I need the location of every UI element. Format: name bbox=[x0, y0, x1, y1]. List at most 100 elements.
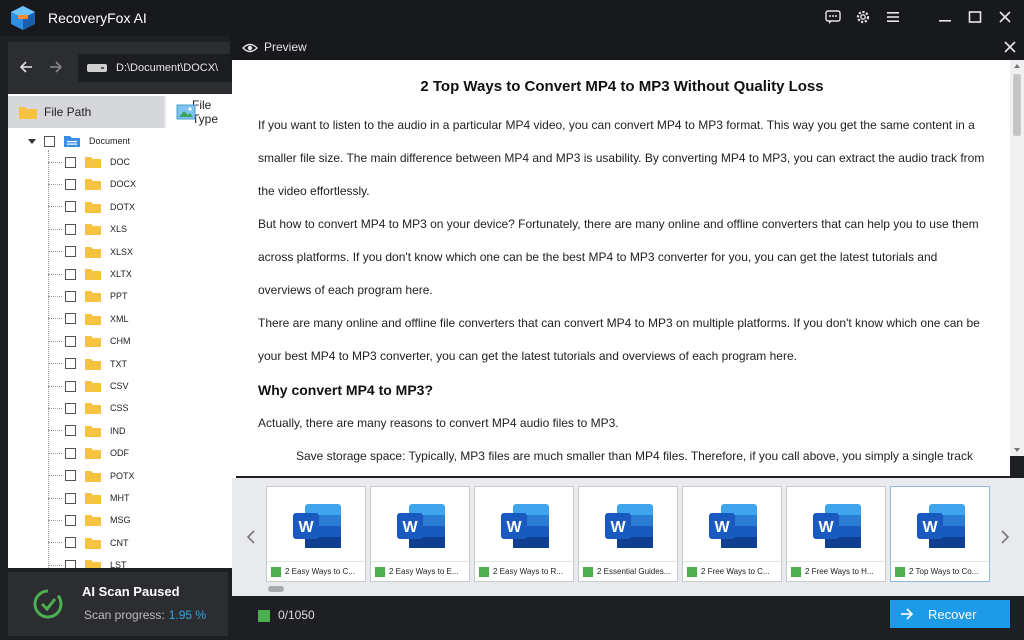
checkbox-checked[interactable] bbox=[791, 566, 801, 577]
tree-item-label: XLSX bbox=[110, 246, 134, 257]
scan-progress-value: 1.95 % bbox=[168, 608, 207, 622]
folder-tree: Document DOC DOCX DOTX XLS XLSX XLTX PPT XML CHM… bbox=[8, 128, 236, 568]
drive-icon bbox=[87, 64, 107, 72]
checkbox[interactable] bbox=[65, 492, 76, 504]
caret-down-icon[interactable] bbox=[28, 138, 36, 144]
tree-item[interactable]: POTX bbox=[48, 466, 135, 486]
checkbox[interactable] bbox=[65, 246, 76, 258]
paragraph-5: Save storage space: Typically, MP3 files… bbox=[296, 449, 973, 463]
checkbox[interactable] bbox=[65, 514, 76, 526]
checkbox[interactable] bbox=[65, 358, 76, 370]
file-thumbnail[interactable]: W 2 Easy Ways to R... bbox=[474, 486, 574, 582]
folder-icon bbox=[85, 448, 101, 460]
checkbox[interactable] bbox=[65, 537, 76, 549]
chevron-right-icon[interactable] bbox=[1000, 530, 1010, 549]
checkbox[interactable] bbox=[65, 425, 76, 437]
checkbox-checked[interactable] bbox=[479, 566, 489, 577]
tree-item[interactable]: MHT bbox=[48, 488, 130, 508]
checkbox[interactable] bbox=[65, 335, 76, 347]
checkbox[interactable] bbox=[65, 223, 76, 235]
checkbox[interactable] bbox=[65, 402, 76, 414]
tree-item[interactable]: PPT bbox=[48, 286, 128, 306]
file-thumbnail[interactable]: W 2 Free Ways to C... bbox=[682, 486, 782, 582]
word-document-icon: W bbox=[605, 504, 653, 548]
tree-item[interactable]: XLS bbox=[48, 219, 127, 239]
tree-item[interactable]: TXT bbox=[48, 354, 127, 374]
scroll-thumb[interactable] bbox=[1013, 74, 1021, 136]
forward-arrow-icon[interactable] bbox=[48, 59, 64, 80]
file-thumbnail[interactable]: W 2 Free Ways to H... bbox=[786, 486, 886, 582]
tree-item-label: XLTX bbox=[110, 269, 132, 279]
tree-item[interactable]: XLSX bbox=[48, 242, 133, 262]
scroll-down-icon[interactable] bbox=[1014, 448, 1020, 452]
checkbox[interactable] bbox=[65, 290, 76, 302]
checkbox-checked[interactable] bbox=[895, 566, 905, 577]
tree-item[interactable]: IND bbox=[48, 421, 126, 441]
tree-item[interactable]: CNT bbox=[48, 533, 129, 553]
close-icon[interactable] bbox=[996, 8, 1014, 26]
document-scrollbar[interactable] bbox=[1010, 60, 1024, 456]
tree-item[interactable]: ODF bbox=[48, 443, 129, 463]
recover-button-label: Recover bbox=[928, 606, 977, 622]
path-field[interactable]: D:\Document\DOCX\ bbox=[78, 54, 236, 82]
checkbox[interactable] bbox=[65, 313, 76, 325]
file-thumbnail[interactable]: W 2 Easy Ways to E... bbox=[370, 486, 470, 582]
checkbox-checked[interactable] bbox=[271, 566, 281, 577]
path-text: D:\Document\DOCX\ bbox=[116, 62, 219, 74]
tree-root[interactable]: Document bbox=[28, 132, 130, 150]
tab-file-type[interactable]: File Type bbox=[166, 96, 236, 128]
tree-item[interactable]: CSV bbox=[48, 376, 129, 396]
word-document-icon: W bbox=[813, 504, 861, 548]
checkbox[interactable] bbox=[44, 135, 55, 147]
checkbox-checked[interactable] bbox=[375, 566, 385, 577]
word-document-icon: W bbox=[501, 504, 549, 548]
tree-item[interactable]: DOCX bbox=[48, 174, 136, 194]
scroll-up-icon[interactable] bbox=[1014, 64, 1020, 68]
eye-icon bbox=[242, 43, 258, 53]
tree-item[interactable]: CHM bbox=[48, 331, 131, 351]
recover-button[interactable]: Recover bbox=[890, 600, 1010, 628]
document-preview[interactable]: 2 Top Ways to Convert MP4 to MP3 Without… bbox=[232, 60, 1010, 476]
tree-item[interactable]: DOTX bbox=[48, 197, 135, 217]
tree-item[interactable]: XLTX bbox=[48, 264, 132, 284]
minimize-icon[interactable] bbox=[936, 8, 954, 26]
thumbnail-caption: 2 Top Ways to Co... bbox=[891, 561, 989, 581]
menu-icon[interactable] bbox=[884, 8, 902, 26]
tree-item-label: XML bbox=[110, 313, 129, 324]
select-all-checkbox[interactable] bbox=[258, 610, 270, 622]
feedback-icon[interactable] bbox=[824, 8, 842, 26]
settings-gear-icon[interactable] bbox=[854, 8, 872, 26]
tree-item-label: ODF bbox=[110, 448, 129, 459]
tree-item[interactable]: DOC bbox=[48, 152, 130, 172]
checkbox[interactable] bbox=[65, 559, 76, 568]
file-thumbnail[interactable]: W 2 Top Ways to Co... bbox=[890, 486, 990, 582]
folder-icon bbox=[85, 470, 101, 482]
thumbnail-strip: W 2 Easy Ways to C... W 2 Easy Ways to E...… bbox=[232, 478, 1024, 596]
checkbox-checked[interactable] bbox=[687, 566, 697, 577]
back-arrow-icon[interactable] bbox=[18, 59, 34, 80]
checkbox[interactable] bbox=[65, 268, 76, 280]
tree-item[interactable]: CSS bbox=[48, 398, 129, 418]
tree-item-label: POTX bbox=[110, 470, 135, 481]
folder-icon bbox=[85, 224, 101, 236]
thumbnail-scroll-thumb[interactable] bbox=[268, 586, 284, 592]
tree-item-label: DOC bbox=[110, 157, 130, 167]
file-thumbnail[interactable]: W 2 Essential Guides... bbox=[578, 486, 678, 582]
tree-item[interactable]: MSG bbox=[48, 510, 131, 530]
checkbox[interactable] bbox=[65, 447, 76, 459]
tree-item[interactable]: LST bbox=[48, 555, 127, 568]
tree-item[interactable]: XML bbox=[48, 309, 129, 329]
checkbox[interactable] bbox=[65, 178, 76, 190]
chevron-left-icon[interactable] bbox=[246, 530, 256, 549]
checkbox[interactable] bbox=[65, 380, 76, 392]
close-preview-icon[interactable] bbox=[1002, 39, 1018, 55]
maximize-icon[interactable] bbox=[966, 8, 984, 26]
checkbox[interactable] bbox=[65, 156, 76, 168]
checkbox[interactable] bbox=[65, 201, 76, 213]
tab-file-type-label: File Type bbox=[192, 98, 219, 126]
checkbox[interactable] bbox=[65, 470, 76, 482]
checkbox-checked[interactable] bbox=[583, 566, 593, 577]
scan-progress-label: Scan progress: bbox=[84, 608, 165, 622]
file-thumbnail[interactable]: W 2 Easy Ways to C... bbox=[266, 486, 366, 582]
tab-file-path[interactable]: File Path bbox=[8, 96, 164, 128]
